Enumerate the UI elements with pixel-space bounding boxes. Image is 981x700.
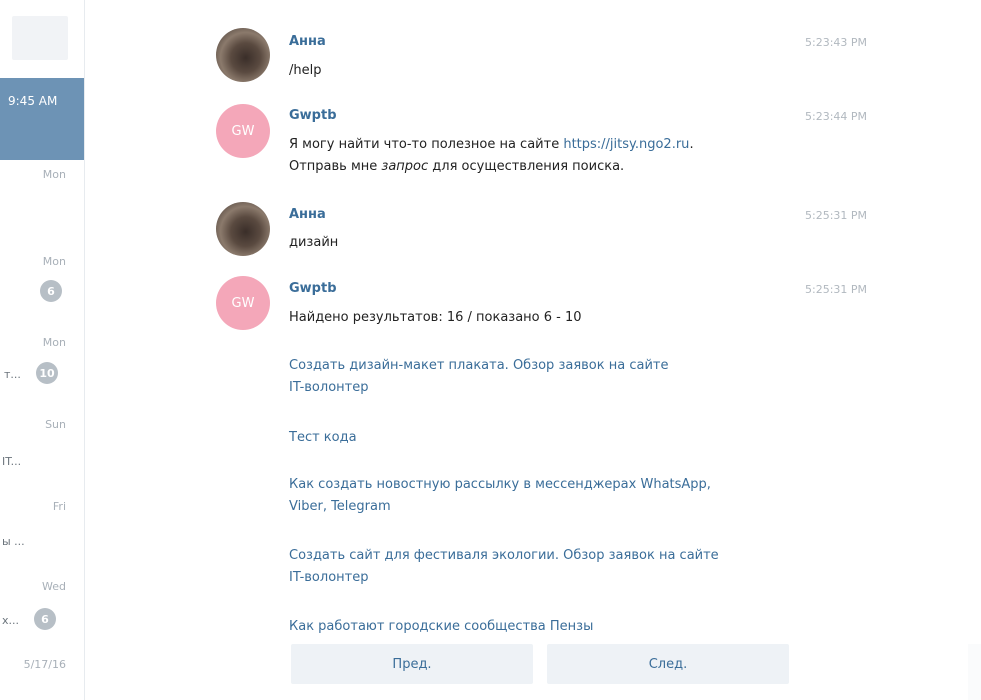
chat-list-item-snippet: ы ... bbox=[2, 535, 25, 548]
message-time: 5:25:31 PM bbox=[805, 209, 868, 222]
bot-avatar[interactable]: GW bbox=[216, 104, 270, 158]
search-result-line: Создать дизайн-макет плаката. Обзор заяв… bbox=[289, 358, 669, 373]
chat-list-item-date: 5/17/16 bbox=[23, 658, 66, 671]
chat-list-item-date: Mon bbox=[42, 336, 66, 349]
message-text-emphasis: запрос bbox=[381, 159, 429, 174]
chat-list-item-snippet: т... bbox=[4, 368, 21, 381]
search-result-line: IT-волонтер bbox=[289, 380, 369, 395]
message-sender[interactable]: Анна bbox=[289, 207, 326, 222]
user-avatar[interactable] bbox=[216, 28, 270, 82]
search-result-line: IT-волонтер bbox=[289, 570, 369, 585]
chat-list-item-date: Mon bbox=[42, 168, 66, 181]
unread-badge: 10 bbox=[36, 362, 58, 384]
search-result-link[interactable]: Как работают городские сообщества Пензы bbox=[289, 616, 789, 638]
search-result-line: Как создать новостную рассылку в мессенд… bbox=[289, 477, 711, 492]
search-result-line: Тест кода bbox=[289, 430, 357, 445]
search-result-link[interactable]: Как создать новостную рассылку в мессенд… bbox=[289, 474, 789, 518]
message-sender[interactable]: Анна bbox=[289, 34, 326, 49]
message-sender[interactable]: Gwptb bbox=[289, 281, 337, 296]
message-time: 5:23:44 PM bbox=[805, 110, 868, 123]
chat-list-sidebar: 9:45 AM Mon Mon 6 Mon т... 10 Sun IT... … bbox=[0, 0, 85, 700]
message-text-part: для осуществления поиска. bbox=[428, 159, 625, 174]
search-result-line: Как работают городские сообщества Пензы bbox=[289, 619, 594, 634]
unread-badge: 6 bbox=[40, 280, 62, 302]
chat-list-item-time: 9:45 AM bbox=[8, 94, 58, 108]
bot-avatar[interactable]: GW bbox=[216, 276, 270, 330]
composer-edge bbox=[968, 644, 981, 700]
next-page-button[interactable]: След. bbox=[547, 644, 789, 684]
message-text: дизайн bbox=[289, 235, 339, 250]
message-text-part: . bbox=[689, 137, 694, 152]
user-avatar[interactable] bbox=[216, 202, 270, 256]
search-result-link[interactable]: Тест кода bbox=[289, 427, 789, 449]
chat-list-item-active[interactable] bbox=[0, 78, 84, 160]
search-result-link[interactable]: Создать сайт для фестиваля экологии. Обз… bbox=[289, 545, 789, 589]
message-text: /help bbox=[289, 63, 322, 78]
search-field[interactable] bbox=[12, 16, 68, 60]
message-time: 5:23:43 PM bbox=[805, 36, 868, 49]
prev-page-button[interactable]: Пред. bbox=[291, 644, 533, 684]
search-result-link[interactable]: Создать дизайн-макет плаката. Обзор заяв… bbox=[289, 355, 789, 399]
message-text: Я могу найти что-то полезное на сайте ht… bbox=[289, 134, 694, 178]
chat-list-item-date: Wed bbox=[42, 580, 66, 593]
message-text-part: Отправь мне bbox=[289, 159, 382, 174]
message-text-part: Я могу найти что-то полезное на сайте bbox=[289, 137, 564, 152]
search-result-line: Создать сайт для фестиваля экологии. Обз… bbox=[289, 548, 719, 563]
chat-list-item-date: Sun bbox=[45, 418, 66, 431]
chat-list-item-date: Mon bbox=[42, 255, 66, 268]
message-sender[interactable]: Gwptb bbox=[289, 108, 337, 123]
message-time: 5:25:31 PM bbox=[805, 283, 868, 296]
chat-list-item-date: Fri bbox=[52, 500, 66, 513]
search-result-line: Viber, Telegram bbox=[289, 499, 391, 514]
chat-list-item-snippet: IT... bbox=[2, 455, 22, 468]
chat-list-item-snippet: х... bbox=[2, 614, 19, 627]
unread-badge: 6 bbox=[34, 608, 56, 630]
message-text: Найдено результатов: 16 / показано 6 - 1… bbox=[289, 310, 582, 325]
site-link[interactable]: https://jitsy.ngo2.ru bbox=[563, 137, 689, 152]
